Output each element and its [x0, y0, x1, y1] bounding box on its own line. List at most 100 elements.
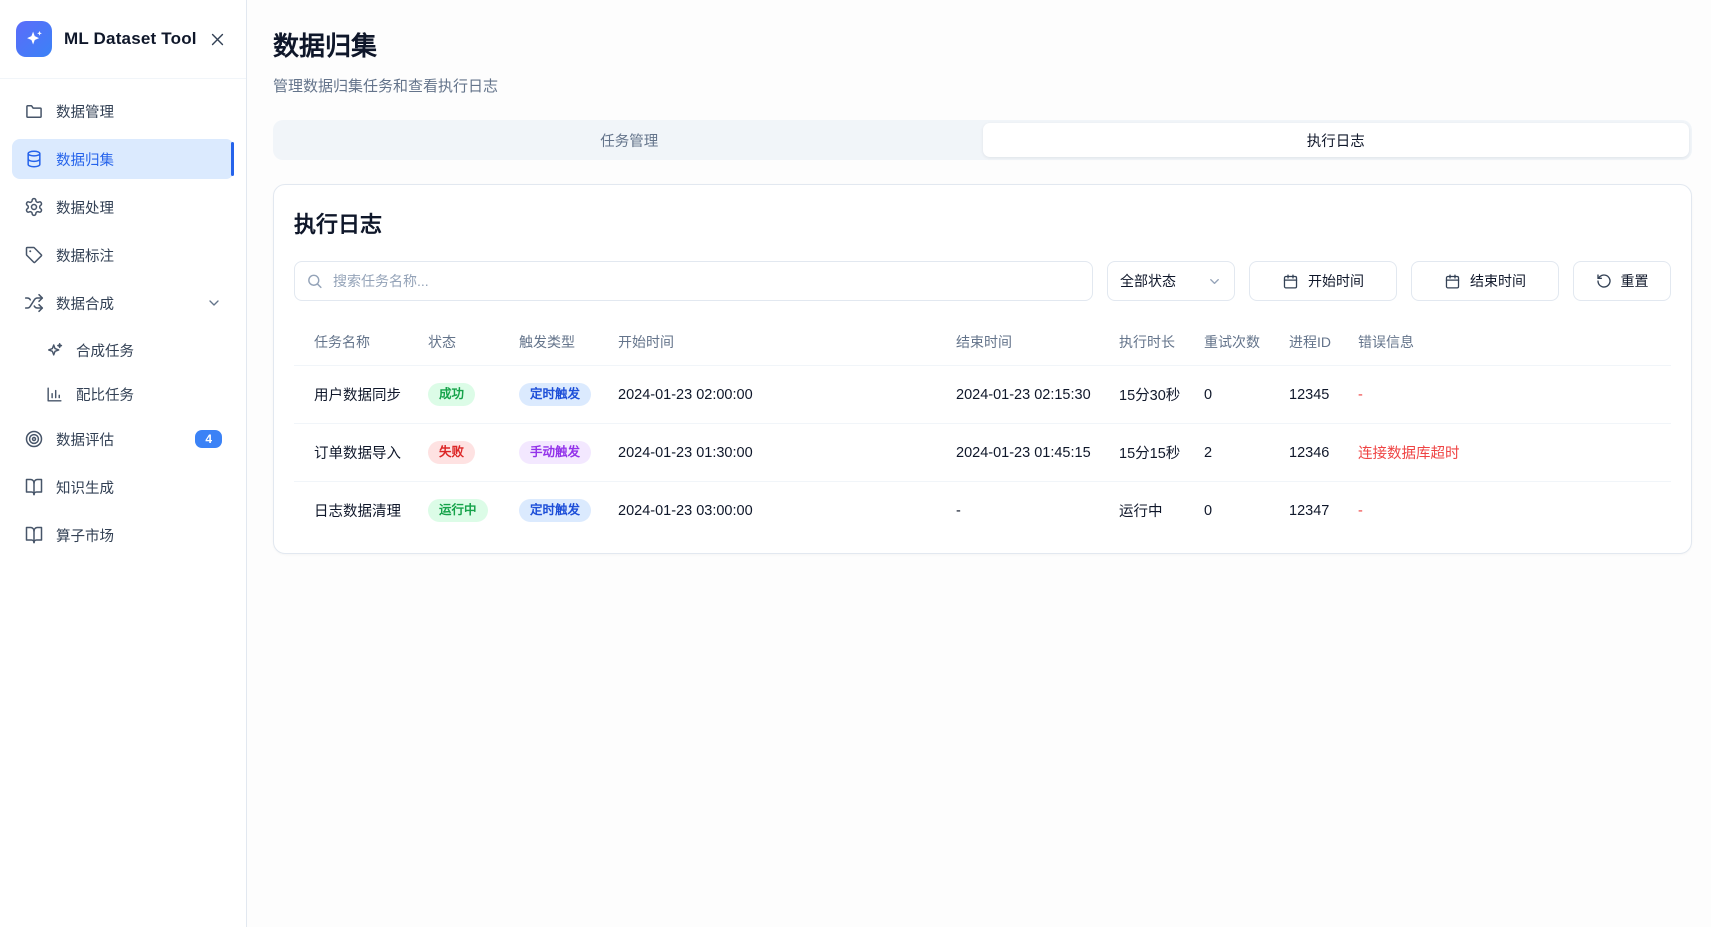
chevron-down-icon — [1207, 274, 1222, 289]
bar-chart-icon — [45, 385, 64, 404]
error-message: - — [1358, 366, 1671, 424]
folder-icon — [24, 101, 44, 121]
col-duration: 执行时长 — [1119, 319, 1204, 366]
process-id: 12346 — [1289, 424, 1358, 482]
sidebar-item-label: 数据标注 — [56, 245, 114, 266]
sidebar-item-label: 算子市场 — [56, 525, 114, 546]
col-trigger-type: 触发类型 — [519, 319, 618, 366]
target-icon — [24, 429, 44, 449]
sparkles-icon — [45, 341, 64, 360]
book-open-icon — [24, 477, 44, 497]
execution-logs-panel: 执行日志 全部状态 — [273, 184, 1692, 554]
col-end-time: 结束时间 — [956, 319, 1119, 366]
shuffle-icon — [24, 293, 44, 313]
logs-table: 任务名称 状态 触发类型 开始时间 结束时间 执行时长 重试次数 进程ID 错误… — [294, 319, 1671, 539]
status-badge: 运行中 — [428, 499, 488, 522]
start-time-button[interactable]: 开始时间 — [1249, 261, 1397, 301]
sidebar-nav: 数据管理 数据归集 数据处理 数据标注 — [0, 79, 246, 575]
app-logo-icon — [16, 21, 52, 57]
calendar-icon — [1444, 273, 1461, 290]
start-time: 2024-01-23 01:30:00 — [618, 424, 956, 482]
status-badge: 成功 — [428, 383, 475, 406]
end-time: 2024-01-23 01:45:15 — [956, 424, 1119, 482]
retry-count: 0 — [1204, 482, 1289, 540]
sidebar-item-label: 数据合成 — [56, 293, 114, 314]
close-sidebar-icon[interactable] — [204, 26, 230, 52]
sidebar-item-data-synthesis[interactable]: 数据合成 — [12, 283, 234, 323]
sidebar-item-data-collection[interactable]: 数据归集 — [12, 139, 234, 179]
filter-bar: 全部状态 开始时间 结束时间 — [294, 261, 1671, 301]
main-content: 数据归集 管理数据归集任务和查看执行日志 任务管理 执行日志 执行日志 全部状态 — [247, 0, 1711, 927]
sidebar-item-ratio-tasks[interactable]: 配比任务 — [12, 375, 234, 413]
panel-title: 执行日志 — [294, 207, 1671, 239]
sidebar-item-label: 数据处理 — [56, 197, 114, 218]
task-name: 订单数据导入 — [294, 424, 428, 482]
sidebar-item-data-processing[interactable]: 数据处理 — [12, 187, 234, 227]
tab-execution-logs[interactable]: 执行日志 — [983, 123, 1690, 157]
sidebar-item-label: 配比任务 — [76, 384, 134, 405]
col-pid: 进程ID — [1289, 319, 1358, 366]
rotate-ccw-icon — [1596, 273, 1612, 289]
database-icon — [24, 149, 44, 169]
sidebar-item-label: 合成任务 — [76, 340, 134, 361]
process-id: 12345 — [1289, 366, 1358, 424]
duration: 15分15秒 — [1119, 424, 1204, 482]
table-row: 订单数据导入 失败 手动触发 2024-01-23 01:30:00 2024-… — [294, 424, 1671, 482]
app-window: ML Dataset Tool 数据管理 数据归集 — [0, 0, 1711, 927]
col-retries: 重试次数 — [1204, 319, 1289, 366]
end-time: 2024-01-23 02:15:30 — [956, 366, 1119, 424]
retry-count: 2 — [1204, 424, 1289, 482]
page-title: 数据归集 — [273, 26, 1692, 63]
col-error: 错误信息 — [1358, 319, 1671, 366]
process-id: 12347 — [1289, 482, 1358, 540]
book-open-icon — [24, 525, 44, 545]
search-field-wrap — [294, 261, 1093, 301]
calendar-icon — [1282, 273, 1299, 290]
sidebar-item-operator-market[interactable]: 算子市场 — [12, 515, 234, 555]
duration: 运行中 — [1119, 482, 1204, 540]
error-message: - — [1358, 482, 1671, 540]
app-title: ML Dataset Tool — [64, 29, 197, 49]
sidebar-item-data-management[interactable]: 数据管理 — [12, 91, 234, 131]
sidebar-item-data-evaluation[interactable]: 数据评估 4 — [12, 419, 234, 459]
tag-icon — [24, 245, 44, 265]
sidebar-item-label: 数据管理 — [56, 101, 114, 122]
sidebar-item-synthesis-tasks[interactable]: 合成任务 — [12, 331, 234, 369]
task-name: 用户数据同步 — [294, 366, 428, 424]
status-filter-value: 全部状态 — [1120, 271, 1176, 291]
status-filter-select[interactable]: 全部状态 — [1107, 261, 1235, 301]
start-time: 2024-01-23 02:00:00 — [618, 366, 956, 424]
trigger-badge: 定时触发 — [519, 383, 591, 406]
table-header-row: 任务名称 状态 触发类型 开始时间 结束时间 执行时长 重试次数 进程ID 错误… — [294, 319, 1671, 366]
search-icon — [306, 273, 323, 290]
count-badge: 4 — [195, 430, 222, 448]
sidebar-item-label: 知识生成 — [56, 477, 114, 498]
chevron-down-icon — [206, 295, 222, 311]
sidebar-item-label: 数据评估 — [56, 429, 114, 450]
table-row: 日志数据清理 运行中 定时触发 2024-01-23 03:00:00 - 运行… — [294, 482, 1671, 540]
page-subtitle: 管理数据归集任务和查看执行日志 — [273, 75, 1692, 96]
sidebar-item-label: 数据归集 — [56, 149, 114, 170]
trigger-badge: 定时触发 — [519, 499, 591, 522]
sidebar-item-knowledge-generation[interactable]: 知识生成 — [12, 467, 234, 507]
sidebar-header: ML Dataset Tool — [0, 0, 246, 79]
reset-button[interactable]: 重置 — [1573, 261, 1671, 301]
status-badge: 失败 — [428, 441, 475, 464]
start-time: 2024-01-23 03:00:00 — [618, 482, 956, 540]
sidebar: ML Dataset Tool 数据管理 数据归集 — [0, 0, 247, 927]
col-status: 状态 — [428, 319, 519, 366]
tab-bar: 任务管理 执行日志 — [273, 120, 1692, 160]
col-start-time: 开始时间 — [618, 319, 956, 366]
end-time-button[interactable]: 结束时间 — [1411, 261, 1559, 301]
retry-count: 0 — [1204, 366, 1289, 424]
search-input[interactable] — [294, 261, 1093, 301]
end-time-label: 结束时间 — [1470, 271, 1526, 291]
task-name: 日志数据清理 — [294, 482, 428, 540]
col-task-name: 任务名称 — [294, 319, 428, 366]
tab-task-management[interactable]: 任务管理 — [276, 123, 983, 157]
table-row: 用户数据同步 成功 定时触发 2024-01-23 02:00:00 2024-… — [294, 366, 1671, 424]
duration: 15分30秒 — [1119, 366, 1204, 424]
end-time: - — [956, 482, 1119, 540]
sidebar-item-data-annotation[interactable]: 数据标注 — [12, 235, 234, 275]
reset-label: 重置 — [1621, 271, 1649, 291]
